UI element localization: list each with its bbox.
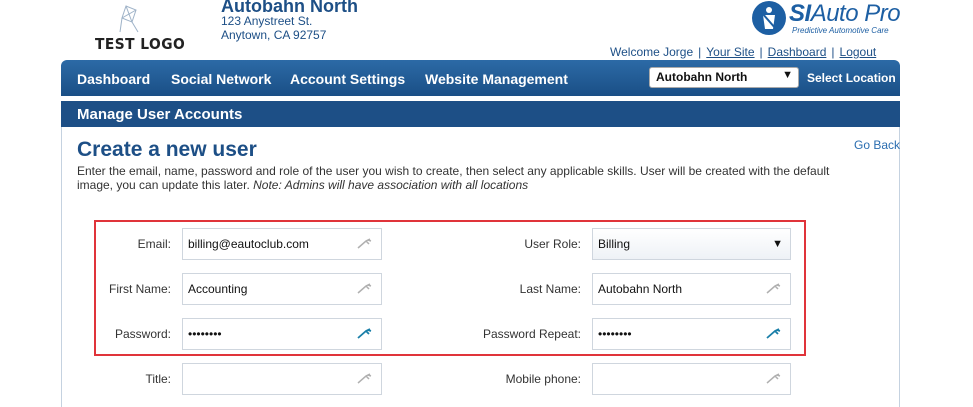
email-label: Email: [137, 237, 171, 251]
mobile-phone-label: Mobile phone: [505, 372, 581, 386]
password-repeat-field[interactable]: •••••••• [592, 318, 791, 350]
brand-tagline: Predictive Automotive Care [792, 26, 889, 35]
email-field[interactable]: billing@eautoclub.com [182, 228, 382, 260]
brand-prefix: SI [789, 0, 811, 27]
content-border-left [61, 127, 62, 407]
instructions-note: Note: Admins will have association with … [253, 178, 529, 192]
address-line-2: Anytown, CA 92757 [221, 28, 327, 42]
page-heading: Create a new user [77, 138, 257, 161]
welcome-text: Welcome Jorge [610, 45, 694, 59]
go-back-link[interactable]: Go Back [854, 138, 900, 152]
nav-separator: | [759, 45, 763, 59]
password-label: Password: [114, 327, 171, 341]
logo-text: TEST LOGO [95, 35, 186, 53]
nav-social-network[interactable]: Social Network [171, 71, 271, 87]
your-site-link[interactable]: Your Site [706, 45, 754, 59]
nav-separator: | [698, 45, 702, 59]
nav-separator: | [831, 45, 835, 59]
address-line-1: 123 Anystreet St. [221, 14, 313, 28]
brand-name: SIAuto Pro [789, 0, 901, 28]
key-icon [766, 373, 781, 384]
key-icon [357, 328, 372, 339]
key-icon [766, 328, 781, 339]
content-border-right [899, 127, 900, 407]
password-repeat-label: Password Repeat: [482, 327, 581, 341]
nav-website-management[interactable]: Website Management [425, 71, 568, 87]
logout-link[interactable]: Logout [840, 45, 877, 59]
section-title: Manage User Accounts [77, 106, 243, 123]
last-name-label: Last Name: [519, 282, 581, 296]
key-icon [357, 238, 372, 249]
brand-suffix: Auto Pro [810, 0, 901, 27]
title-field[interactable] [182, 363, 382, 395]
select-location-label[interactable]: Select Location [807, 71, 896, 85]
brand-seatbelt-icon [752, 1, 786, 35]
key-icon [357, 283, 372, 294]
password-repeat-value: •••••••• [598, 327, 632, 341]
user-role-label: User Role: [524, 237, 581, 251]
dropdown-arrow-icon: ▼ [772, 238, 783, 250]
key-icon [766, 283, 781, 294]
mobile-phone-field[interactable] [592, 363, 791, 395]
dropdown-arrow-icon: ▼ [782, 69, 793, 81]
location-select[interactable]: Autobahn North ▼ [649, 67, 799, 88]
title-label: Title: [145, 372, 171, 386]
user-role-select[interactable]: Billing ▼ [592, 228, 791, 260]
shop-address: 123 Anystreet St. Anytown, CA 92757 [221, 14, 326, 42]
email-value: billing@eautoclub.com [188, 237, 309, 251]
first-name-field[interactable]: Accounting [182, 273, 382, 305]
password-field[interactable]: •••••••• [182, 318, 382, 350]
password-value: •••••••• [188, 327, 222, 341]
nav-dashboard[interactable]: Dashboard [77, 71, 150, 87]
first-name-value: Accounting [188, 282, 248, 296]
last-name-field[interactable]: Autobahn North [592, 273, 791, 305]
user-nav: Welcome Jorge | Your Site | Dashboard | Logout [610, 45, 876, 59]
instructions-text: Enter the email, name, password and role… [77, 164, 847, 192]
key-icon [357, 373, 372, 384]
nav-account-settings[interactable]: Account Settings [290, 71, 405, 87]
last-name-value: Autobahn North [598, 282, 683, 296]
location-select-value: Autobahn North [656, 70, 748, 84]
first-name-label: First Name: [108, 282, 171, 296]
dashboard-link[interactable]: Dashboard [768, 45, 827, 59]
user-role-value: Billing [598, 237, 631, 251]
